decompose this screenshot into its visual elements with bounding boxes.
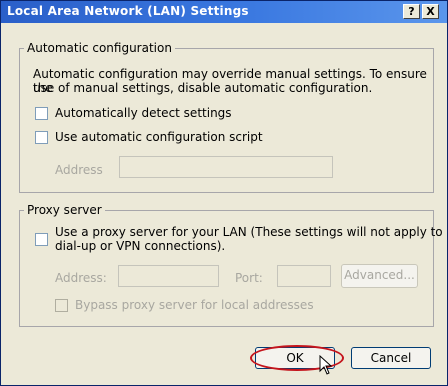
mouse-pointer-icon	[319, 355, 333, 375]
bypass-local-checkbox[interactable]	[55, 299, 68, 312]
proxy-address-field[interactable]	[118, 265, 219, 287]
cancel-button[interactable]: Cancel	[351, 347, 431, 369]
auto-config-script-checkbox[interactable]	[35, 131, 48, 144]
script-address-field[interactable]	[119, 156, 333, 178]
close-button[interactable]: X	[422, 4, 439, 19]
window-title: Local Area Network (LAN) Settings	[7, 4, 249, 18]
script-address-label: Address	[55, 163, 103, 177]
proxy-port-label: Port:	[235, 271, 263, 285]
proxy-server-legend: Proxy server	[27, 203, 102, 217]
automatic-configuration-legend: Automatic configuration	[27, 41, 172, 55]
proxy-address-label: Address:	[55, 271, 107, 285]
bypass-local-label[interactable]: Bypass proxy server for local addresses	[75, 298, 314, 312]
auto-config-script-label[interactable]: Use automatic configuration script	[55, 130, 263, 144]
auto-detect-checkbox[interactable]	[35, 107, 48, 120]
use-proxy-label-line1[interactable]: Use a proxy server for your LAN (These s…	[55, 225, 443, 239]
use-proxy-checkbox[interactable]	[35, 233, 48, 246]
title-bar: Local Area Network (LAN) Settings ? X	[1, 1, 447, 23]
use-proxy-label-line2[interactable]: dial-up or VPN connections).	[55, 239, 225, 253]
auto-detect-label[interactable]: Automatically detect settings	[55, 106, 232, 120]
proxy-port-field[interactable]	[277, 265, 331, 287]
lan-settings-dialog: Local Area Network (LAN) Settings ? X Au…	[0, 0, 448, 386]
advanced-button[interactable]: Advanced...	[341, 264, 418, 288]
help-button[interactable]: ?	[403, 4, 420, 19]
auto-config-description-line2: use of manual settings, disable automati…	[33, 81, 373, 95]
